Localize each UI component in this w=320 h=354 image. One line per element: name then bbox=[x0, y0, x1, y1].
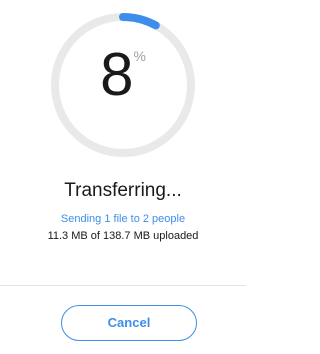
status-title: Transferring... bbox=[64, 180, 182, 201]
progress-percent: 8% bbox=[0, 45, 246, 105]
status-detail: Sending 1 file to 2 people bbox=[60, 213, 186, 225]
cancel-button[interactable]: Cancel bbox=[61, 305, 197, 341]
status-bytes: 11.3 MB of 138.7 MB uploaded bbox=[47, 230, 199, 242]
percent-value: 8 bbox=[100, 41, 133, 108]
percent-sign: % bbox=[133, 48, 146, 64]
divider bbox=[0, 285, 246, 286]
